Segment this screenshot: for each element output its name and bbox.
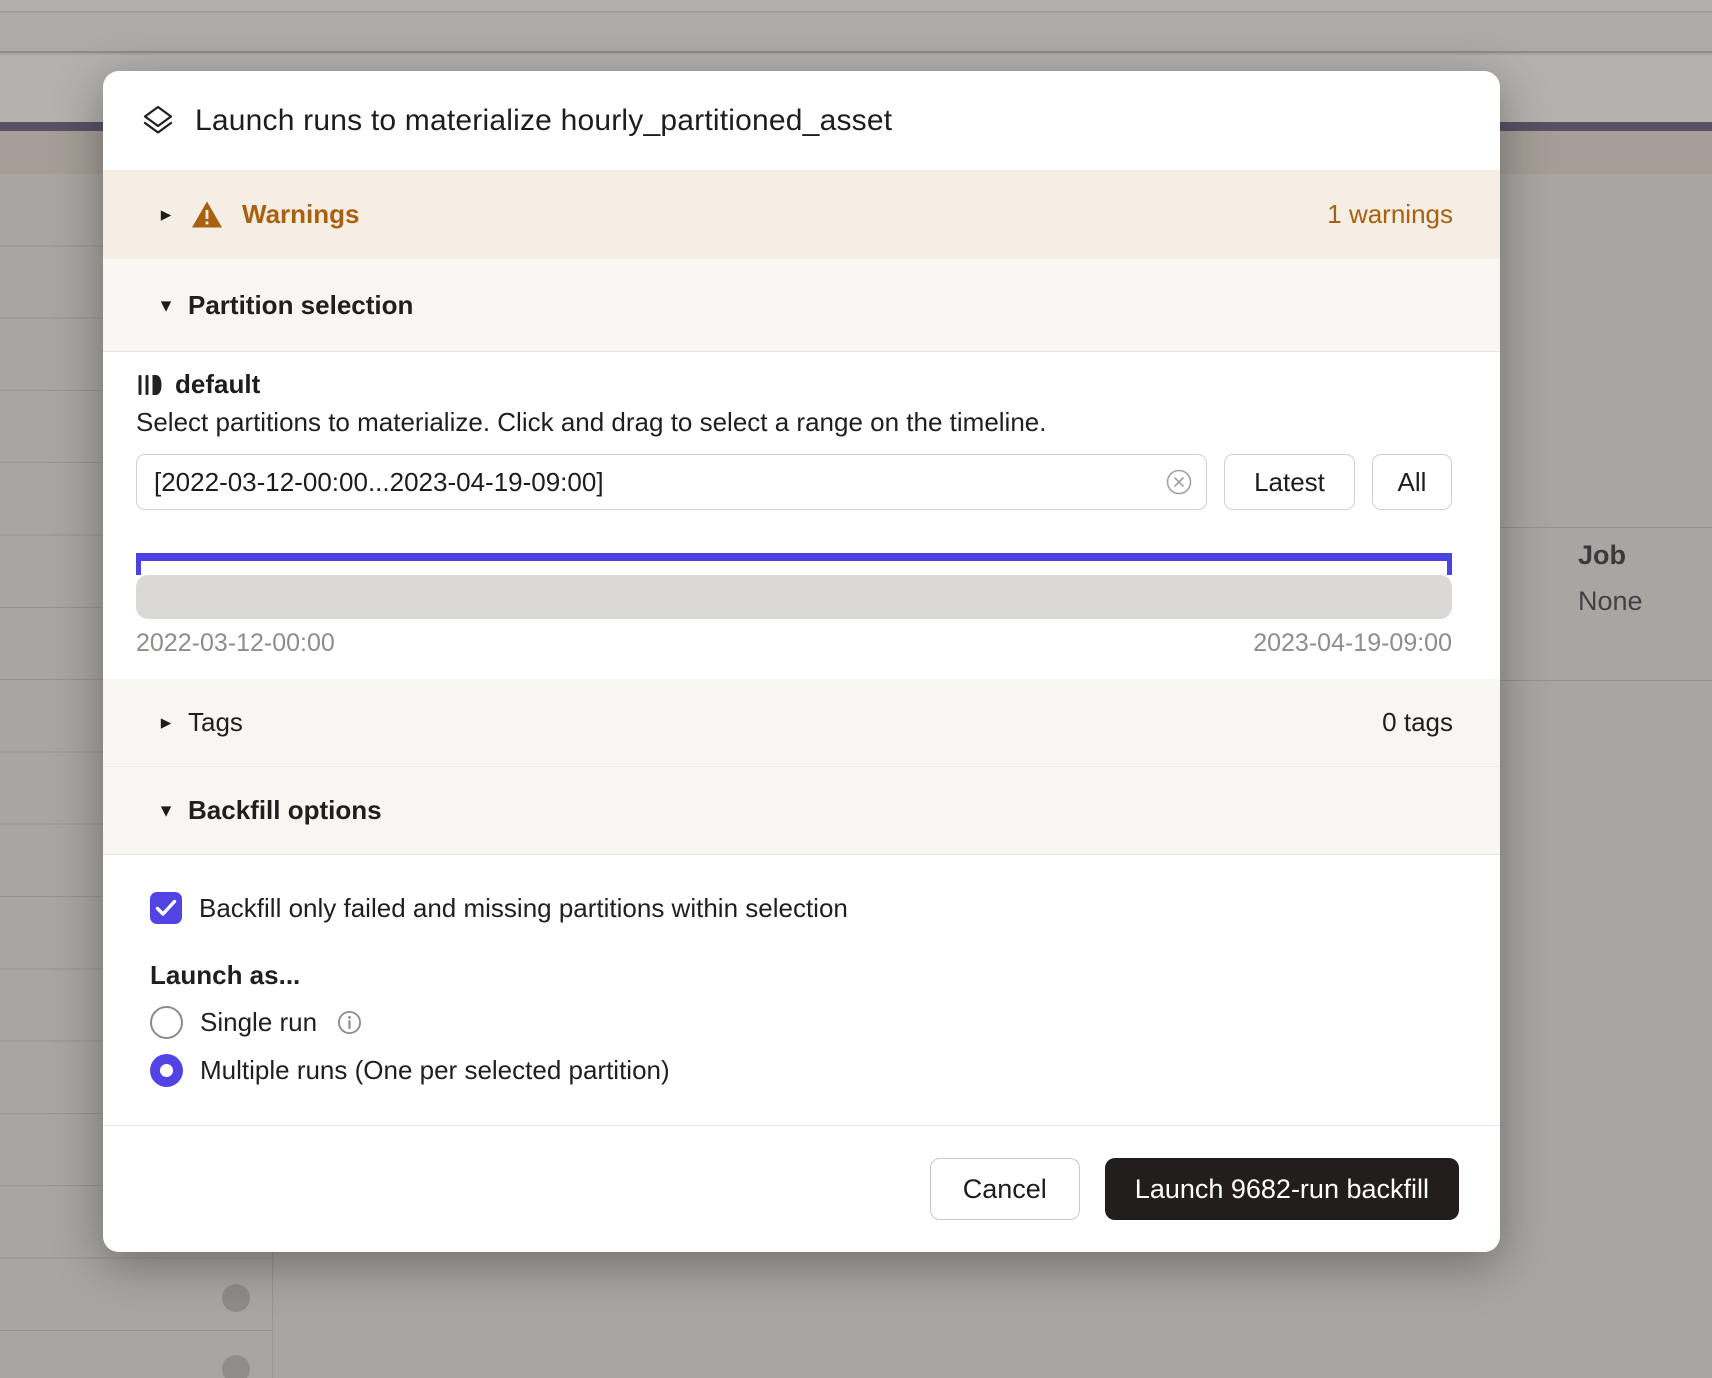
dialog-footer: Cancel Launch 9682-run backfill: [103, 1125, 1500, 1252]
partition-selection-body: default Select partitions to materialize…: [103, 352, 1500, 679]
launch-backfill-button[interactable]: Launch 9682-run backfill: [1105, 1158, 1459, 1220]
cancel-button[interactable]: Cancel: [930, 1158, 1080, 1220]
radio-selected-icon[interactable]: [150, 1054, 183, 1087]
partition-range-row: Latest All: [136, 454, 1452, 510]
dialog-title: Launch runs to materialize hourly_partit…: [195, 104, 892, 138]
tags-count: 0 tags: [1382, 707, 1453, 738]
launch-backfill-dialog: Launch runs to materialize hourly_partit…: [103, 71, 1500, 1252]
partition-dimension-name: default: [175, 369, 260, 400]
selected-range-bar[interactable]: [136, 553, 1452, 561]
partition-selection-section-header[interactable]: ▾ Partition selection: [103, 259, 1500, 352]
backdrop-job-value: None: [1578, 586, 1643, 617]
timeline-end-label: 2023-04-19-09:00: [1253, 629, 1452, 658]
single-run-radio-row[interactable]: Single run: [150, 1005, 1452, 1039]
clear-input-icon[interactable]: [1165, 468, 1193, 496]
backdrop-detail-panel: Job None: [1500, 450, 1712, 750]
all-button[interactable]: All: [1372, 454, 1452, 510]
backfill-only-failed-label: Backfill only failed and missing partiti…: [199, 893, 848, 924]
chevron-right-icon: ▸: [155, 712, 177, 733]
partition-timeline[interactable]: [136, 575, 1452, 619]
partition-range-input[interactable]: [136, 454, 1207, 510]
checkbox-checked-icon[interactable]: [150, 892, 182, 924]
radio-unselected-icon[interactable]: [150, 1006, 183, 1039]
tags-section-header[interactable]: ▸ Tags 0 tags: [103, 679, 1500, 767]
asset-layers-icon: [140, 103, 176, 139]
warning-triangle-icon: [191, 200, 223, 229]
backdrop-status-dot: [222, 1355, 250, 1378]
tags-label: Tags: [188, 707, 243, 738]
chevron-down-icon: ▾: [155, 295, 177, 316]
checkmark-icon: [155, 899, 177, 917]
launch-as-label: Launch as...: [150, 960, 1452, 991]
backdrop-status-dot: [222, 1284, 250, 1312]
warnings-section-header[interactable]: ▸ Warnings 1 warnings: [103, 170, 1500, 259]
timeline-date-labels: 2022-03-12-00:00 2023-04-19-09:00: [136, 629, 1452, 658]
backdrop-divider: [1500, 527, 1712, 528]
multiple-runs-radio-row[interactable]: Multiple runs (One per selected partitio…: [150, 1053, 1452, 1087]
partition-range-input-wrap: [136, 454, 1207, 510]
backdrop-topbar: [0, 0, 1712, 12]
backfill-options-body: Backfill only failed and missing partiti…: [103, 855, 1500, 1125]
timeline-start-label: 2022-03-12-00:00: [136, 629, 335, 658]
chevron-down-icon: ▾: [155, 800, 177, 821]
warnings-label: Warnings: [242, 199, 359, 230]
chevron-right-icon: ▸: [155, 204, 177, 225]
partition-selection-label: Partition selection: [188, 290, 413, 321]
backfill-only-failed-checkbox-row[interactable]: Backfill only failed and missing partiti…: [150, 892, 1452, 924]
backfill-options-section-header[interactable]: ▾ Backfill options: [103, 767, 1500, 855]
single-run-label: Single run: [200, 1007, 317, 1038]
partition-set-icon: [136, 372, 162, 398]
warnings-count: 1 warnings: [1327, 199, 1453, 230]
latest-button[interactable]: Latest: [1224, 454, 1355, 510]
dialog-header: Launch runs to materialize hourly_partit…: [103, 71, 1500, 170]
backdrop-toolbar: [0, 13, 1712, 53]
backdrop-divider: [1500, 680, 1712, 681]
backfill-options-label: Backfill options: [188, 795, 382, 826]
info-icon[interactable]: [337, 1010, 362, 1035]
multiple-runs-label: Multiple runs (One per selected partitio…: [200, 1055, 670, 1086]
partition-dimension-row: default: [136, 369, 1452, 400]
partition-selection-description: Select partitions to materialize. Click …: [136, 407, 1452, 438]
backdrop-job-label: Job: [1578, 540, 1626, 571]
